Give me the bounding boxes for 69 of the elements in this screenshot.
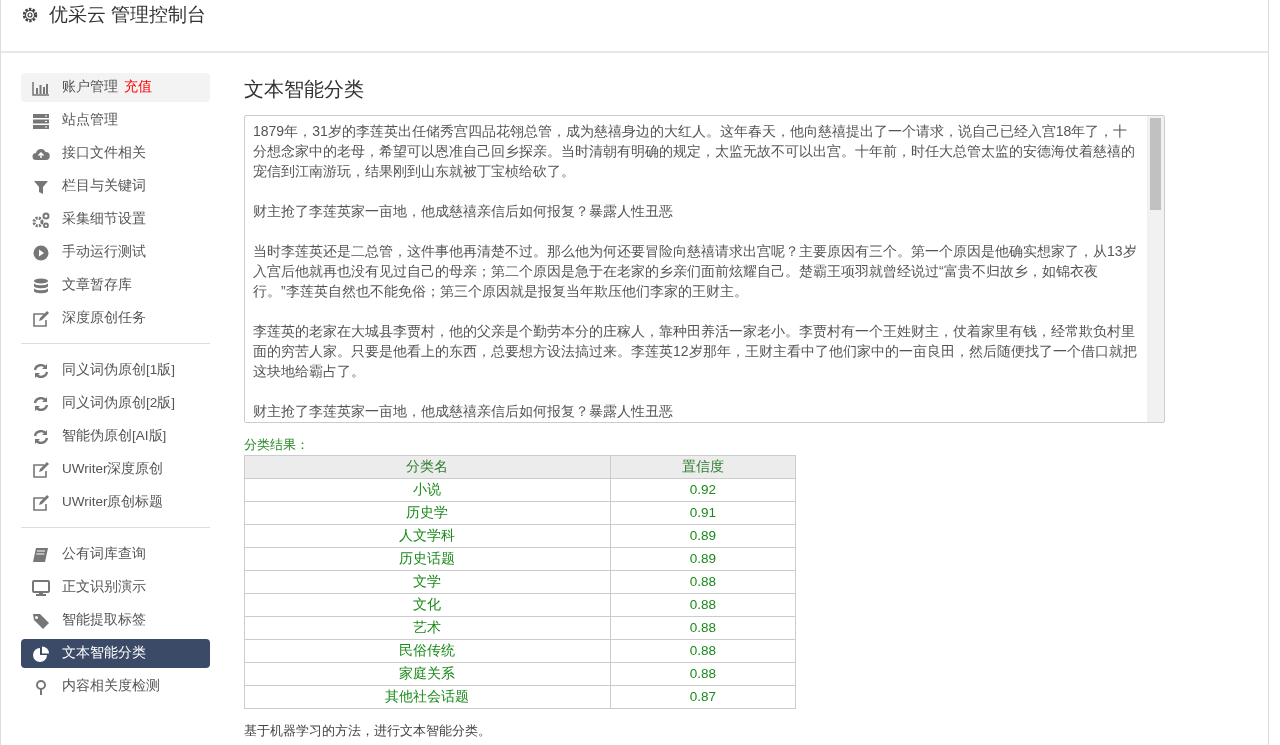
table-cell: 0.89 (610, 547, 796, 570)
sidebar-item[interactable]: 同义词伪原创[2版] (21, 389, 210, 418)
settings-icon (21, 6, 39, 24)
bar-chart-icon (32, 79, 50, 96)
sidebar-item[interactable]: 内容相关度检测 (21, 672, 210, 701)
refresh-icon (32, 362, 50, 379)
sidebar-item[interactable]: 文本智能分类 (21, 639, 210, 668)
sidebar-item[interactable]: 同义词伪原创[1版] (21, 356, 210, 385)
table-cell: 家庭关系 (244, 662, 611, 685)
sidebar-item[interactable]: 公有词库查询 (21, 540, 210, 569)
edit-icon (32, 494, 50, 511)
table-cell: 0.91 (610, 501, 796, 524)
edit-icon (32, 310, 50, 327)
column-header: 分类名 (244, 455, 611, 478)
book-icon (32, 546, 50, 563)
sidebar-item[interactable]: 站点管理 (21, 106, 210, 135)
paragraph: 1879年，31岁的李莲英出任储秀宫四品花翎总管，成为慈禧身边的大红人。这年春天，他向慈禧提出了一个请求，说自己已经入宫18年了，十分想念家中的老母，希望可以恩准自己回乡探亲。当时清朝有明确的规定，太监无故不可以出宫。十年前，时任大总管太监的安德海仗着慈禧的宠信到江南游玩，结果刚到山东就被丁宝桢给砍了。 (253, 122, 1136, 181)
database-icon (32, 277, 50, 294)
paragraph: 财主抢了李莲英家一亩地，他成慈禧亲信后如何报复？暴露人性丑恶 (253, 202, 674, 221)
monitor-icon (32, 579, 50, 596)
play-icon (32, 244, 50, 261)
column-header: 置信度 (610, 455, 796, 478)
table-cell: 0.88 (610, 639, 796, 662)
sidebar-item[interactable]: 采集细节设置 (21, 205, 210, 234)
footnote: 基于机器学习的方法，进行文本智能分类。 (244, 721, 492, 740)
sidebar-item[interactable]: 智能提取标签 (21, 606, 210, 635)
gears-icon (32, 211, 50, 228)
table-cell: 0.88 (610, 616, 796, 639)
recharge-link[interactable]: 充值 (124, 77, 152, 98)
sidebar-item[interactable]: UWriter深度原创 (21, 455, 210, 484)
paragraph: 李莲英的老家在大城县李贾村，他的父亲是个勤劳本分的庄稼人，靠种田养活一家老小。李贾村有一个王姓财主，仗着家里有钱，经常欺负村里面的穷苦人家。只要是他看上的东西，总要想方设法搞过来。李莲英12岁那年，王财主看中了他们家中的一亩良田，然后随便找了一个借口就把这块地给霸占了。 (253, 322, 1138, 381)
sidebar-item[interactable]: 深度原创任务 (21, 304, 210, 333)
pie-chart-icon (32, 645, 50, 662)
edit-icon (32, 461, 50, 478)
sidebar-item[interactable]: 正文识别演示 (21, 573, 210, 602)
page-heading: 文本智能分类 (244, 77, 365, 101)
table-cell: 0.89 (610, 524, 796, 547)
result-label: 分类结果： (244, 436, 310, 454)
sidebar-item[interactable]: 文章暂存库 (21, 271, 210, 300)
sidebar-item[interactable]: UWriter原创标题 (21, 488, 210, 517)
text-area[interactable] (244, 115, 1165, 423)
sidebar-item[interactable]: 手动运行测试 (21, 238, 210, 267)
table-cell: 历史话题 (244, 547, 611, 570)
sidebar-item[interactable]: 栏目与关键词 (21, 172, 210, 201)
table-cell: 历史学 (244, 501, 611, 524)
table-cell: 0.88 (610, 593, 796, 616)
paragraph: 当时李莲英还是二总管，这件事他再清楚不过。那么他为何还要冒险向慈禧请求出宫呢？主要原因有三个。第一个原因是他确实想家了，从13岁入宫后他就再也没有见过自己的母亲；第二个原因是急于在老家的乡亲们面前炫耀自己。楚霸王项羽就曾经说过“富贵不归故乡，如锦衣夜行。”李莲英自然也不能免俗；第三个原因就是报复当年欺压他们李家的王财主。 (253, 242, 1138, 301)
table-cell: 小说 (244, 478, 611, 501)
table-cell: 艺术 (244, 616, 611, 639)
table-cell: 文化 (244, 593, 611, 616)
item-label: 账户管理 (62, 78, 118, 97)
page-title: 优采云 管理控制台 (49, 3, 207, 27)
tag-icon (32, 612, 50, 629)
table-cell: 0.88 (610, 570, 796, 593)
server-icon (32, 112, 50, 129)
table-cell: 0.87 (610, 685, 796, 708)
sidebar-item[interactable]: 账户管理 充值 (21, 73, 210, 102)
table-cell: 民俗传统 (244, 639, 611, 662)
table-cell: 其他社会话题 (244, 685, 611, 708)
table-cell: 0.92 (610, 478, 796, 501)
table-cell: 0.88 (610, 662, 796, 685)
paragraph: 财主抢了李莲英家一亩地，他成慈禧亲信后如何报复？暴露人性丑恶 (253, 402, 674, 421)
sidebar-item[interactable]: 接口文件相关 (21, 139, 210, 168)
filter-icon (32, 178, 50, 195)
sidebar-item[interactable]: 智能伪原创[AI版] (21, 422, 210, 451)
table-cell: 文学 (244, 570, 611, 593)
table-cell: 人文学科 (244, 524, 611, 547)
refresh-icon (32, 428, 50, 445)
refresh-icon (32, 395, 50, 412)
